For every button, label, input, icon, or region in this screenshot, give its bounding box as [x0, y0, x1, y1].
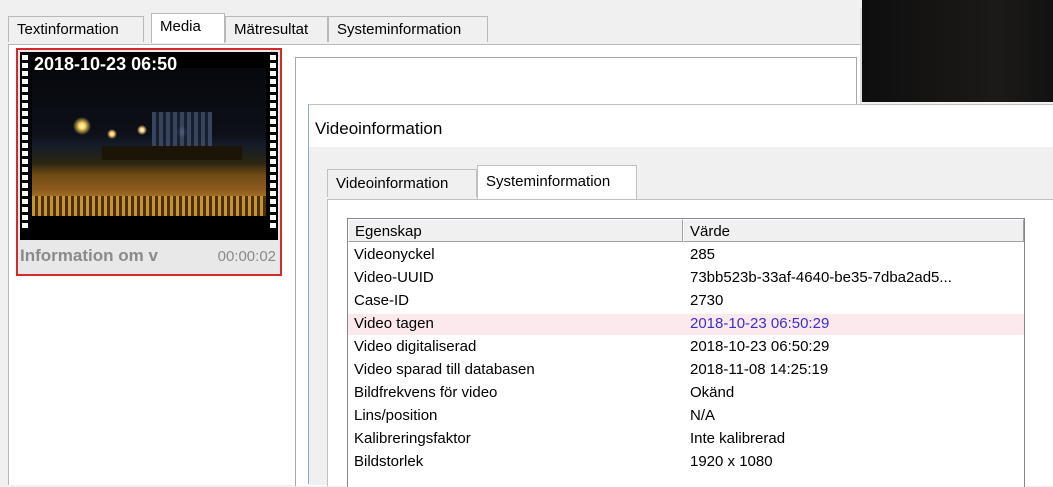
tab-textinformation[interactable]: Textinformation [8, 16, 144, 42]
property-value: Inte kalibrerad [690, 430, 786, 447]
property-name: Bildstorlek [354, 453, 424, 470]
dialog-tab-panel: Egenskap Värde Videonyckel 285 Video-UUID 7… [327, 199, 1053, 487]
tab-matresultat[interactable]: Mätresultat [225, 16, 328, 42]
property-name: Lins/position [354, 407, 438, 424]
property-name: Video digitaliserad [354, 338, 477, 355]
thumbnail-timestamp: 2018-10-23 06:50 [34, 54, 178, 74]
thumbnail-caption: Information om v [20, 246, 158, 265]
dialog-tab-videoinformation[interactable]: Videoinformation [327, 169, 477, 197]
tab-systeminformation[interactable]: Systeminformation [328, 16, 488, 42]
property-name: Video tagen [354, 315, 434, 332]
table-row[interactable]: Bildfrekvens för video Okänd [348, 383, 1024, 404]
column-header-egenskap[interactable]: Egenskap [348, 219, 683, 242]
property-name: Video-UUID [354, 269, 434, 286]
video-filmstrip: 2018-10-23 06:50 [20, 52, 278, 240]
property-name: Bildfrekvens för video [354, 384, 498, 401]
property-value: 2018-10-23 06:50:29 [690, 338, 830, 355]
table-row[interactable]: Lins/position N/A [348, 406, 1024, 427]
table-row[interactable]: Videonyckel 285 [348, 245, 1024, 266]
property-name: Video sparad till databasen [354, 361, 535, 378]
thumbnail-duration: 00:00:02 [217, 248, 276, 265]
property-value: 2018-11-08 14:25:19 [690, 361, 829, 378]
property-name: Kalibreringsfaktor [354, 430, 471, 447]
dialog-titlebar[interactable]: Videoinformation [309, 105, 1053, 147]
property-value: N/A [690, 407, 716, 424]
property-value: 2018-10-23 06:50:29 [690, 315, 830, 332]
properties-list[interactable]: Egenskap Värde Videonyckel 285 Video-UUID 7… [347, 218, 1025, 487]
table-row[interactable]: Case-ID 2730 [348, 291, 1024, 312]
film-sprockets-right [268, 52, 278, 240]
property-value: 1920 x 1080 [690, 453, 773, 470]
property-name: Case-ID [354, 292, 410, 309]
table-row[interactable]: Video sparad till databasen 2018-11-08 14… [348, 360, 1024, 381]
list-header: Egenskap Värde [348, 219, 1024, 244]
dialog-title: Videoinformation [315, 119, 443, 138]
background-dark-region [862, 0, 1053, 102]
table-row[interactable]: Video tagen 2018-10-23 06:50:29 [348, 314, 1024, 335]
property-value: 285 [690, 246, 716, 263]
dialog-tab-systeminformation[interactable]: Systeminformation [477, 165, 637, 199]
property-value: 73bb523b-33af-4640-be35-7dba2ad5... [690, 269, 952, 286]
property-value: Okänd [690, 384, 735, 401]
column-header-varde[interactable]: Värde [683, 219, 1024, 242]
property-name: Videonyckel [354, 246, 435, 263]
table-row[interactable]: Kalibreringsfaktor Inte kalibrerad [348, 429, 1024, 450]
tab-media[interactable]: Media [151, 13, 225, 43]
table-row[interactable]: Video-UUID 73bb523b-33af-4640-be35-7dba2a… [348, 268, 1024, 289]
videoinformation-dialog: Videoinformation Videoinformation System… [308, 104, 1053, 487]
table-row[interactable]: Bildstorlek 1920 x 1080 [348, 452, 1024, 473]
dialog-body: Videoinformation Systeminformation Egens… [309, 147, 1053, 487]
video-frame-image [32, 68, 266, 216]
media-thumbnail[interactable]: 2018-10-23 06:50 Information om v 00:00:… [16, 48, 282, 276]
table-row[interactable]: Video digitaliserad 2018-10-23 06:50:29 [348, 337, 1024, 358]
property-value: 2730 [690, 292, 724, 309]
film-sprockets-left [20, 52, 30, 240]
